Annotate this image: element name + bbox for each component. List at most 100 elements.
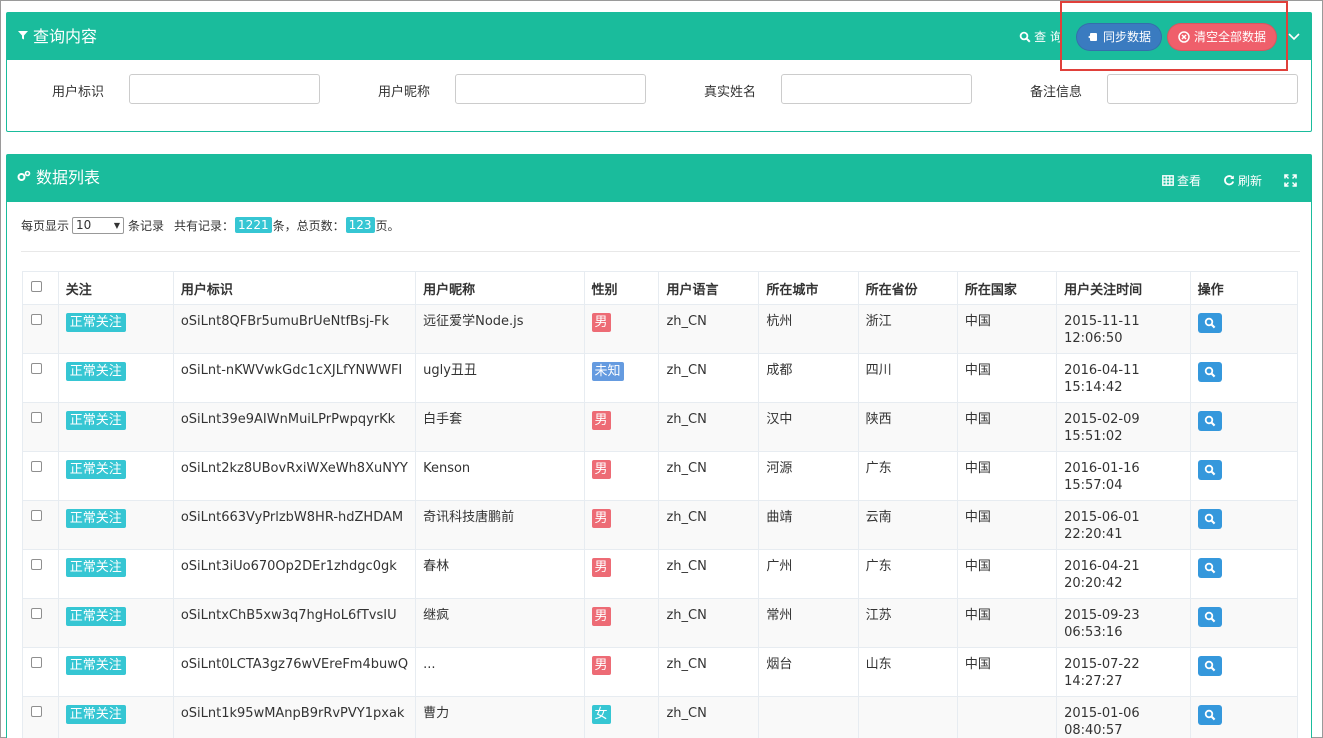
column-header[interactable]: 关注 (57, 271, 174, 305)
column-header[interactable]: 所在国家 (956, 271, 1058, 305)
refresh-button[interactable]: 刷新 (1223, 172, 1262, 189)
country-cell: 中国 (956, 549, 1058, 599)
row-select-cell (22, 696, 59, 738)
column-header[interactable]: 所在省份 (857, 271, 958, 305)
follow-time-cell: 2015-11-11 12:06:50 (1056, 304, 1191, 354)
chevron-down-icon[interactable] (1287, 30, 1301, 44)
column-header[interactable]: 用户标识 (172, 271, 417, 305)
nickname-cell: 继疯 (415, 598, 585, 648)
province-cell: 广东 (857, 451, 958, 501)
nickname-input[interactable] (455, 74, 646, 104)
per-page-prefix: 每页显示 (21, 218, 70, 233)
clear-all-data-label: 清空全部数据 (1193, 30, 1266, 44)
search-button[interactable]: 查 询 (1019, 28, 1062, 45)
column-header[interactable]: 用户语言 (658, 271, 760, 305)
column-header[interactable]: 所在城市 (758, 271, 859, 305)
user-id-input[interactable] (129, 74, 320, 104)
language-cell: zh_CN (658, 549, 760, 599)
follow-time: 12:06:50 (1064, 331, 1123, 346)
column-header[interactable]: 用户昵称 (415, 271, 585, 305)
view-detail-button[interactable] (1197, 313, 1222, 333)
language-cell: zh_CN (658, 647, 760, 697)
province-cell (857, 696, 958, 738)
row-checkbox[interactable] (31, 657, 42, 668)
table-row: 正常关注 oSiLnt8QFBr5umuBrUeNtfBsj-Fk 远征爱学Node… (22, 304, 1299, 354)
view-detail-button[interactable] (1197, 656, 1222, 676)
row-checkbox[interactable] (31, 706, 42, 717)
nickname-cell: ... (415, 647, 585, 697)
sex-cell: 未知 (583, 353, 660, 403)
city-cell: 成都 (758, 353, 859, 403)
select-all-checkbox[interactable] (31, 280, 42, 292)
province-cell: 浙江 (857, 304, 958, 354)
row-checkbox[interactable] (31, 363, 42, 374)
per-page-suffix: 条记录 (128, 218, 165, 233)
nickname-cell: 白手套 (415, 402, 585, 452)
row-checkbox[interactable] (31, 412, 42, 423)
table-row: 正常关注 oSiLnt2kz8UBovRxiWXeWh8XuNYY Kenson 男 z… (22, 451, 1299, 501)
sex-cell: 男 (583, 304, 660, 354)
real-name-label: 真实姓名 (704, 85, 757, 100)
view-detail-button[interactable] (1197, 705, 1222, 725)
search-icon (1204, 464, 1215, 476)
language-cell: zh_CN (658, 696, 760, 738)
user-id-label: 用户标识 (52, 85, 105, 100)
row-select-cell (22, 451, 59, 501)
nickname-cell: 奇讯科技唐鹏前 (415, 500, 585, 550)
follow-cell: 正常关注 (57, 647, 174, 697)
view-button[interactable]: 查看 (1162, 172, 1201, 189)
column-header[interactable]: 用户关注时间 (1056, 271, 1191, 305)
view-detail-button[interactable] (1197, 558, 1222, 578)
row-checkbox[interactable] (31, 314, 42, 325)
follow-time: 20:20:42 (1064, 576, 1123, 591)
search-icon (1204, 513, 1215, 525)
view-detail-button[interactable] (1197, 460, 1222, 480)
view-detail-button[interactable] (1197, 509, 1222, 529)
row-checkbox[interactable] (31, 510, 42, 521)
openid-cell: oSiLnt2kz8UBovRxiWXeWh8XuNYY (172, 451, 417, 501)
query-panel-title[interactable]: 查询内容 (17, 23, 97, 47)
total-pages-badge: 123 (345, 217, 375, 233)
follow-time: 06:53:16 (1064, 625, 1123, 640)
column-header[interactable]: 性别 (583, 271, 660, 305)
follow-time-cell: 2016-01-16 15:57:04 (1056, 451, 1191, 501)
follow-cell: 正常关注 (57, 500, 174, 550)
per-page-select[interactable]: 10 ▼ (72, 216, 125, 234)
table-icon (1162, 174, 1174, 186)
view-detail-button[interactable] (1197, 607, 1222, 627)
openid-cell: oSiLnt-nKWVwkGdc1cXJLfYNWWFI (172, 353, 417, 403)
row-checkbox[interactable] (31, 559, 42, 570)
real-name-input[interactable] (781, 74, 972, 104)
view-detail-button[interactable] (1197, 411, 1222, 431)
language-cell: zh_CN (658, 451, 760, 501)
row-checkbox[interactable] (31, 608, 42, 619)
remark-input[interactable] (1107, 74, 1298, 104)
city-cell: 汉中 (758, 402, 859, 452)
sex-badge: 男 (591, 656, 611, 675)
row-select-cell (22, 549, 59, 599)
sex-cell: 男 (583, 402, 660, 452)
language-cell: zh_CN (658, 598, 760, 648)
search-icon (1019, 31, 1031, 43)
refresh-button-label: 刷新 (1237, 173, 1262, 188)
column-header[interactable]: 操作 (1189, 271, 1299, 305)
clear-all-data-button[interactable]: 清空全部数据 (1166, 22, 1277, 51)
fullscreen-button[interactable] (1284, 173, 1297, 187)
action-cell (1189, 451, 1299, 501)
sex-badge: 男 (591, 411, 611, 430)
follow-date: 2016-04-11 (1064, 363, 1140, 378)
gears-icon (17, 170, 31, 181)
city-cell: 广州 (758, 549, 859, 599)
data-list-toolbar: 查看 刷新 (1162, 155, 1297, 205)
view-detail-button[interactable] (1197, 362, 1222, 382)
row-checkbox[interactable] (31, 461, 42, 472)
nickname-cell: 春林 (415, 549, 585, 599)
follow-status-badge: 正常关注 (65, 362, 126, 381)
query-panel-header: 查询内容 查 询 同步数据 清空全部数据 (7, 13, 1311, 60)
city-cell: 杭州 (758, 304, 859, 354)
follow-date: 2015-09-23 (1064, 608, 1140, 623)
sync-data-button[interactable]: 同步数据 (1075, 22, 1162, 51)
follow-time-cell: 2016-04-11 15:14:42 (1056, 353, 1191, 403)
search-icon (1204, 562, 1215, 574)
per-page-value: 10 (76, 218, 92, 232)
